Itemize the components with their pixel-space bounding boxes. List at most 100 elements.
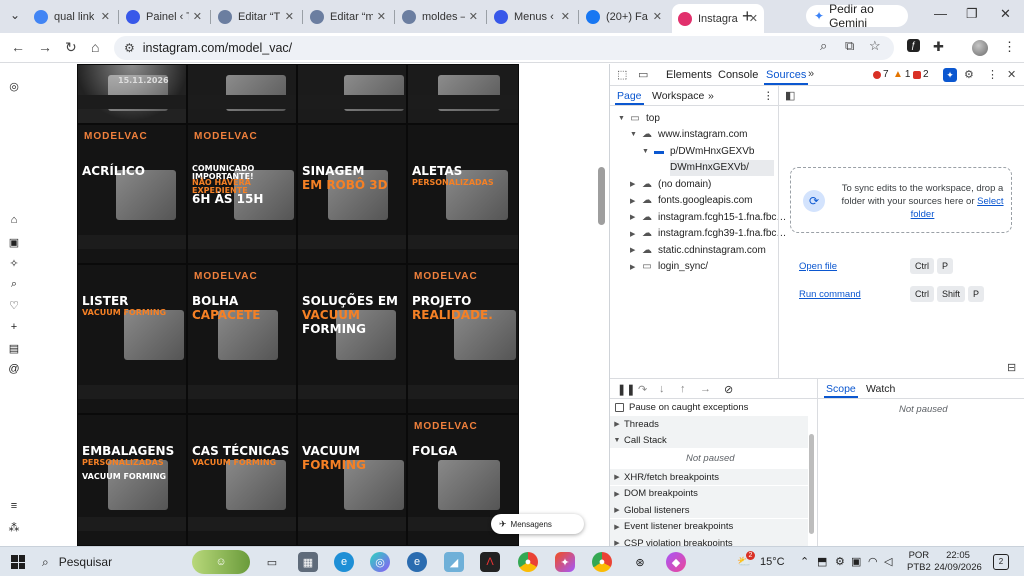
post-tile[interactable] xyxy=(297,64,407,124)
browser-tab[interactable]: moldes – ✕ xyxy=(396,4,484,29)
chatgpt-icon[interactable]: ⊛ xyxy=(630,552,650,572)
close-window-icon[interactable]: ✕ xyxy=(1000,6,1011,22)
more-tabs-icon[interactable]: » xyxy=(808,68,814,80)
post-tile[interactable]: LISTER VACUUM FORMING xyxy=(77,264,187,414)
error-badge[interactable]: 7 xyxy=(873,69,889,80)
breakpoint-section[interactable]: ▶ Event listener breakpoints xyxy=(610,518,808,535)
minimize-icon[interactable]: — xyxy=(934,6,947,21)
language-indicator[interactable]: POR PTB2 xyxy=(907,550,931,574)
collapse-icon[interactable]: ▼ xyxy=(630,131,640,138)
post-tile[interactable]: VACUUM FORMING xyxy=(297,414,407,546)
step-icon[interactable]: → xyxy=(700,383,711,395)
bookmark-star-icon[interactable]: ☆ xyxy=(869,38,881,54)
create-icon[interactable]: + xyxy=(8,321,20,333)
tab-console[interactable]: Console xyxy=(718,69,758,81)
extension-f-icon[interactable]: ƒ xyxy=(907,39,920,52)
new-tab-button[interactable]: + xyxy=(742,6,753,27)
notifications-icon[interactable]: 2 xyxy=(993,554,1009,570)
call-stack-section[interactable]: ▼ Call Stack xyxy=(610,432,808,448)
edge-dev-icon[interactable]: e xyxy=(407,552,427,572)
chrome-active-icon[interactable]: ● xyxy=(592,552,612,572)
pause-caught-checkbox[interactable]: Pause on caught exceptions xyxy=(610,399,748,415)
post-tile[interactable]: MODELVAC PROJETO REALIDADE. xyxy=(407,264,519,414)
collapse-icon[interactable]: ▼ xyxy=(642,148,652,155)
windows-start-icon[interactable] xyxy=(11,555,25,569)
browser-tab[interactable]: Editar “m ✕ xyxy=(304,4,392,29)
expand-icon[interactable]: ▶ xyxy=(630,230,640,238)
back-icon[interactable]: ← xyxy=(11,39,25,55)
edge-icon[interactable]: e xyxy=(334,552,354,572)
expand-icon[interactable]: ▶ xyxy=(630,246,640,254)
browser-menu-icon[interactable]: ⋮ xyxy=(1003,39,1016,55)
tab-search-icon[interactable]: ⌄ xyxy=(10,8,20,22)
profile-avatar[interactable] xyxy=(972,40,988,56)
tree-item[interactable]: ▶ ▭ login_sync/ xyxy=(630,259,708,275)
toggle-sidebar-icon[interactable]: ◧ xyxy=(785,89,795,102)
tree-item[interactable]: ▼ ▭ top xyxy=(618,110,660,126)
tab-page[interactable]: Page xyxy=(615,90,644,105)
messages-button[interactable]: ✈ Mensagens xyxy=(491,514,584,534)
browser-tab[interactable]: (20+) Fa ✕ xyxy=(580,4,668,29)
close-tab-icon[interactable]: ✕ xyxy=(465,10,478,23)
device-toolbar-icon[interactable]: ▭ xyxy=(638,68,648,81)
step-into-icon[interactable]: ↓ xyxy=(659,383,665,395)
search-highlight-icon[interactable]: ☺ xyxy=(192,550,250,574)
expand-icon[interactable]: ▶ xyxy=(630,180,640,188)
navigator-splitter[interactable] xyxy=(778,86,779,378)
tab-sources[interactable]: Sources xyxy=(763,69,809,85)
tree-item[interactable]: DWmHnxGEXVb/ xyxy=(670,159,774,176)
page-scrollbar[interactable] xyxy=(598,167,605,225)
install-app-icon[interactable]: ⧉ xyxy=(845,38,854,54)
tree-item[interactable]: ▶ ☁ static.cdninstagram.com xyxy=(630,242,766,258)
open-file-link[interactable]: Open file xyxy=(799,261,837,272)
profile-icon[interactable]: ▤ xyxy=(8,342,20,355)
copilot-icon[interactable]: ◎ xyxy=(370,552,390,572)
tab-elements[interactable]: Elements xyxy=(666,69,712,81)
checkbox-icon[interactable] xyxy=(615,402,624,412)
browser-tab[interactable]: Painel ‹ T ✕ xyxy=(120,4,208,29)
instagram-icon[interactable]: ◎ xyxy=(8,80,20,93)
settings-gear-icon[interactable]: ⚙ xyxy=(964,68,974,81)
inspect-element-icon[interactable]: ⬚ xyxy=(617,68,627,81)
browser-tab[interactable]: Editar “T ✕ xyxy=(212,4,300,29)
debugger-scrollbar[interactable] xyxy=(809,434,814,534)
more-icon[interactable]: ⁂ xyxy=(8,521,20,534)
chrome-icon[interactable]: ● xyxy=(518,552,538,572)
close-devtools-icon[interactable]: ✕ xyxy=(1007,68,1016,81)
tray-app2-icon[interactable]: ▣ xyxy=(851,555,861,568)
figma-icon[interactable]: ✦ xyxy=(555,552,575,572)
tree-item[interactable]: ▶ ☁ (no domain) xyxy=(630,176,711,192)
pause-icon[interactable]: ❚❚ xyxy=(617,383,635,396)
tree-item[interactable]: ▶ ☁ instagram.fcgh15-1.fna.fbc… xyxy=(630,209,786,225)
volume-icon[interactable]: ◁ xyxy=(884,555,892,568)
post-tile[interactable]: ALETAS PERSONALIZADAS xyxy=(407,124,519,264)
menu-icon[interactable]: ≡ xyxy=(8,500,20,512)
avast-icon[interactable]: Λ xyxy=(480,552,500,572)
close-tab-icon[interactable]: ✕ xyxy=(97,10,110,23)
more-sub-tabs-icon[interactable]: » xyxy=(708,90,714,102)
forward-icon[interactable]: → xyxy=(38,39,52,55)
address-bar[interactable]: ⚙ instagram.com/model_vac/ xyxy=(114,36,894,60)
collapse-icon[interactable]: ▼ xyxy=(618,115,628,122)
weather-temp[interactable]: 15°C xyxy=(760,556,785,568)
search-icon[interactable]: ⌕ xyxy=(8,278,20,291)
restore-icon[interactable]: ❐ xyxy=(966,6,978,22)
post-tile[interactable] xyxy=(407,64,519,124)
breakpoint-section[interactable]: ▶ XHR/fetch breakpoints xyxy=(610,469,808,485)
warning-badge[interactable]: ▲ 1 xyxy=(893,69,910,80)
wifi-icon[interactable]: ◠ xyxy=(868,555,878,568)
messenger-icon[interactable]: ◆ xyxy=(666,552,686,572)
expand-icon[interactable]: ▶ xyxy=(630,213,640,221)
tree-item[interactable]: ▶ ☁ fonts.googleapis.com xyxy=(630,193,753,209)
browser-tab[interactable]: qual link ✕ xyxy=(28,4,116,29)
gemini-button[interactable]: ✦ Pedir ao Gemini xyxy=(806,2,908,30)
tray-app-icon[interactable]: ⬒ xyxy=(817,555,827,568)
tree-item[interactable]: ▼ ▬ p/DWmHnxGEXVb xyxy=(642,143,754,159)
close-tab-icon[interactable]: ✕ xyxy=(649,10,662,23)
calculator-icon[interactable]: ▦ xyxy=(298,552,318,572)
home-icon[interactable]: ⌂ xyxy=(91,39,99,55)
expand-icon[interactable]: ▶ xyxy=(630,197,640,205)
post-tile[interactable]: 15.11.2026 xyxy=(77,64,187,124)
step-over-icon[interactable]: ↷ xyxy=(638,383,647,396)
browser-tab[interactable]: Menus ‹ ✕ xyxy=(488,4,576,29)
